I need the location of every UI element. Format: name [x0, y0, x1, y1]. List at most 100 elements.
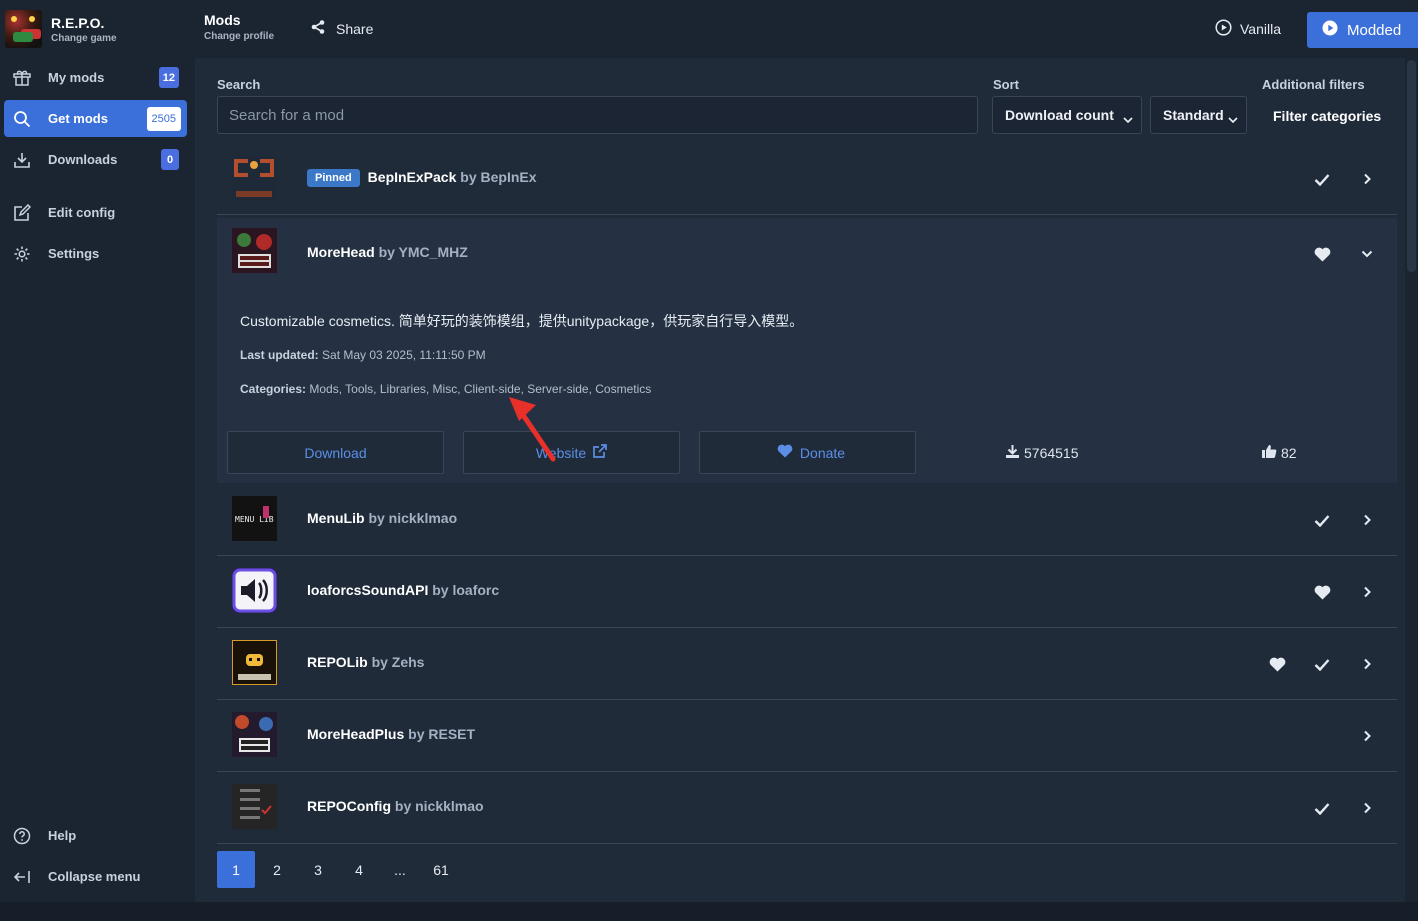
- like-count: 82: [1261, 444, 1297, 462]
- share-button[interactable]: Share: [310, 19, 373, 38]
- external-link-icon: [586, 444, 608, 461]
- play-circle-icon: [1322, 20, 1347, 40]
- mod-author: by loaforc: [432, 582, 500, 598]
- page-ellipsis: ...: [394, 861, 406, 878]
- check-icon: [1312, 798, 1332, 818]
- vanilla-launch-button[interactable]: Vanilla: [1215, 19, 1281, 39]
- get-mods-count-badge: 2505: [146, 106, 181, 131]
- chevron-right-icon[interactable]: [1357, 582, 1377, 602]
- check-icon: [1312, 169, 1332, 189]
- mod-title: MenuLib by nickklmao: [307, 510, 457, 526]
- mod-name: REPOConfig: [307, 798, 391, 814]
- scrollbar-thumb[interactable]: [1407, 60, 1416, 272]
- mod-thumbnail: [232, 568, 277, 613]
- mod-title: REPOConfig by nickklmao: [307, 798, 484, 814]
- check-icon: [1312, 510, 1332, 530]
- package-icon: [12, 68, 32, 88]
- modded-label: Modded: [1347, 21, 1402, 39]
- mod-title: MoreHeadPlus by RESET: [307, 726, 475, 742]
- mod-thumbnail: [232, 784, 277, 829]
- vanilla-label: Vanilla: [1240, 21, 1281, 37]
- download-count: 5764515: [1005, 444, 1079, 462]
- chevron-right-icon[interactable]: [1357, 798, 1377, 818]
- gear-icon: [12, 244, 32, 264]
- page-button[interactable]: 2: [258, 851, 296, 888]
- change-game-label: Change game: [51, 32, 117, 44]
- share-icon: [310, 19, 336, 38]
- heart-icon: [770, 444, 793, 461]
- mod-thumbnail: MENU LIB: [232, 496, 277, 541]
- mod-author: by RESET: [408, 726, 476, 742]
- mod-row-bepinexpack[interactable]: Pinned BepInExPack by BepInEx: [217, 143, 1397, 215]
- sort-value: Download count: [1005, 107, 1114, 123]
- sidebar-item-label: Help: [48, 828, 77, 843]
- mod-title: Pinned BepInExPack by BepInEx: [307, 169, 537, 187]
- sidebar-item-get-mods[interactable]: Get mods 2505: [4, 100, 187, 137]
- last-updated: Last updated: Sat May 03 2025, 11:11:50 …: [240, 348, 486, 362]
- mod-row-moreheadplus[interactable]: MoreHeadPlus by RESET: [217, 700, 1397, 772]
- page-button[interactable]: 3: [299, 851, 337, 888]
- collapse-icon: [12, 867, 32, 887]
- order-select[interactable]: Standard: [1150, 96, 1247, 134]
- mod-author: by YMC_MHZ: [378, 244, 468, 260]
- mod-row-repoconfig[interactable]: REPOConfig by nickklmao: [217, 772, 1397, 844]
- sidebar-item-settings[interactable]: Settings: [4, 235, 187, 272]
- chevron-down-icon: [1123, 111, 1133, 127]
- mod-author: by BepInEx: [460, 169, 537, 185]
- website-button[interactable]: Website: [463, 431, 680, 474]
- edit-icon: [12, 203, 32, 223]
- chevron-right-icon[interactable]: [1357, 726, 1377, 746]
- check-icon: [1312, 654, 1332, 674]
- sidebar-item-edit-config[interactable]: Edit config: [4, 194, 187, 231]
- additional-filters-label: Additional filters: [1262, 77, 1365, 92]
- profile-title: Mods: [204, 12, 241, 28]
- search-icon: [12, 109, 32, 129]
- download-icon: [12, 150, 32, 170]
- mod-row-menulib[interactable]: MENU LIB MenuLib by nickklmao: [217, 484, 1397, 556]
- game-logo: [5, 10, 42, 48]
- mod-title[interactable]: MoreHead by YMC_MHZ: [307, 244, 468, 260]
- chevron-down-icon: [1228, 111, 1238, 127]
- mod-thumbnail: [232, 155, 277, 200]
- heart-icon: [1267, 654, 1287, 674]
- change-profile-button[interactable]: Mods Change profile: [204, 12, 274, 42]
- search-input[interactable]: [217, 96, 978, 134]
- mod-row-loaforcssoundapi[interactable]: loaforcsSoundAPI by loaforc: [217, 556, 1397, 628]
- sidebar-item-my-mods[interactable]: My mods 12: [4, 59, 187, 96]
- page-button[interactable]: 61: [422, 851, 460, 888]
- sort-select[interactable]: Download count: [992, 96, 1142, 134]
- sidebar-item-help[interactable]: Help: [4, 817, 187, 854]
- mod-name: BepInExPack: [367, 169, 457, 185]
- sidebar-item-label: My mods: [48, 70, 105, 85]
- help-icon: [12, 826, 32, 846]
- sidebar-item-downloads[interactable]: Downloads 0: [4, 141, 187, 178]
- mod-author: by nickklmao: [368, 510, 458, 526]
- download-button[interactable]: Download: [227, 431, 444, 474]
- heart-icon: [1312, 582, 1332, 602]
- game-title: R.E.P.O.: [51, 14, 105, 31]
- change-game-button[interactable]: R.E.P.O. Change game: [0, 0, 195, 58]
- mod-thumbnail: [232, 228, 277, 273]
- collapse-menu-button[interactable]: Collapse menu: [4, 858, 187, 895]
- sidebar: R.E.P.O. Change game My mods 12 Get mods…: [0, 0, 195, 921]
- chevron-right-icon[interactable]: [1357, 169, 1377, 189]
- heart-icon: [1312, 244, 1332, 264]
- chevron-right-icon[interactable]: [1357, 654, 1377, 674]
- sidebar-item-label: Edit config: [48, 205, 116, 220]
- mod-browser: Search Sort Download count Standard Addi…: [195, 58, 1405, 902]
- download-icon: [1005, 444, 1024, 462]
- modded-launch-button[interactable]: Modded: [1307, 12, 1418, 48]
- mod-name: loaforcsSoundAPI: [307, 582, 429, 598]
- thumbs-up-icon: [1261, 444, 1281, 462]
- downloads-count-badge: 0: [161, 149, 179, 170]
- page-button[interactable]: 4: [340, 851, 378, 888]
- page-button[interactable]: 1: [217, 851, 255, 888]
- sidebar-item-label: Settings: [48, 246, 100, 261]
- filter-categories-button[interactable]: Filter categories: [1273, 108, 1381, 124]
- pinned-badge: Pinned: [307, 169, 360, 187]
- mod-row-repolib[interactable]: REPOLib by Zehs: [217, 628, 1397, 700]
- chevron-right-icon[interactable]: [1357, 510, 1377, 530]
- chevron-down-icon[interactable]: [1357, 244, 1377, 264]
- mod-row-morehead-expanded: MoreHead by YMC_MHZ Customizable cosmeti…: [217, 218, 1397, 483]
- donate-button[interactable]: Donate: [699, 431, 916, 474]
